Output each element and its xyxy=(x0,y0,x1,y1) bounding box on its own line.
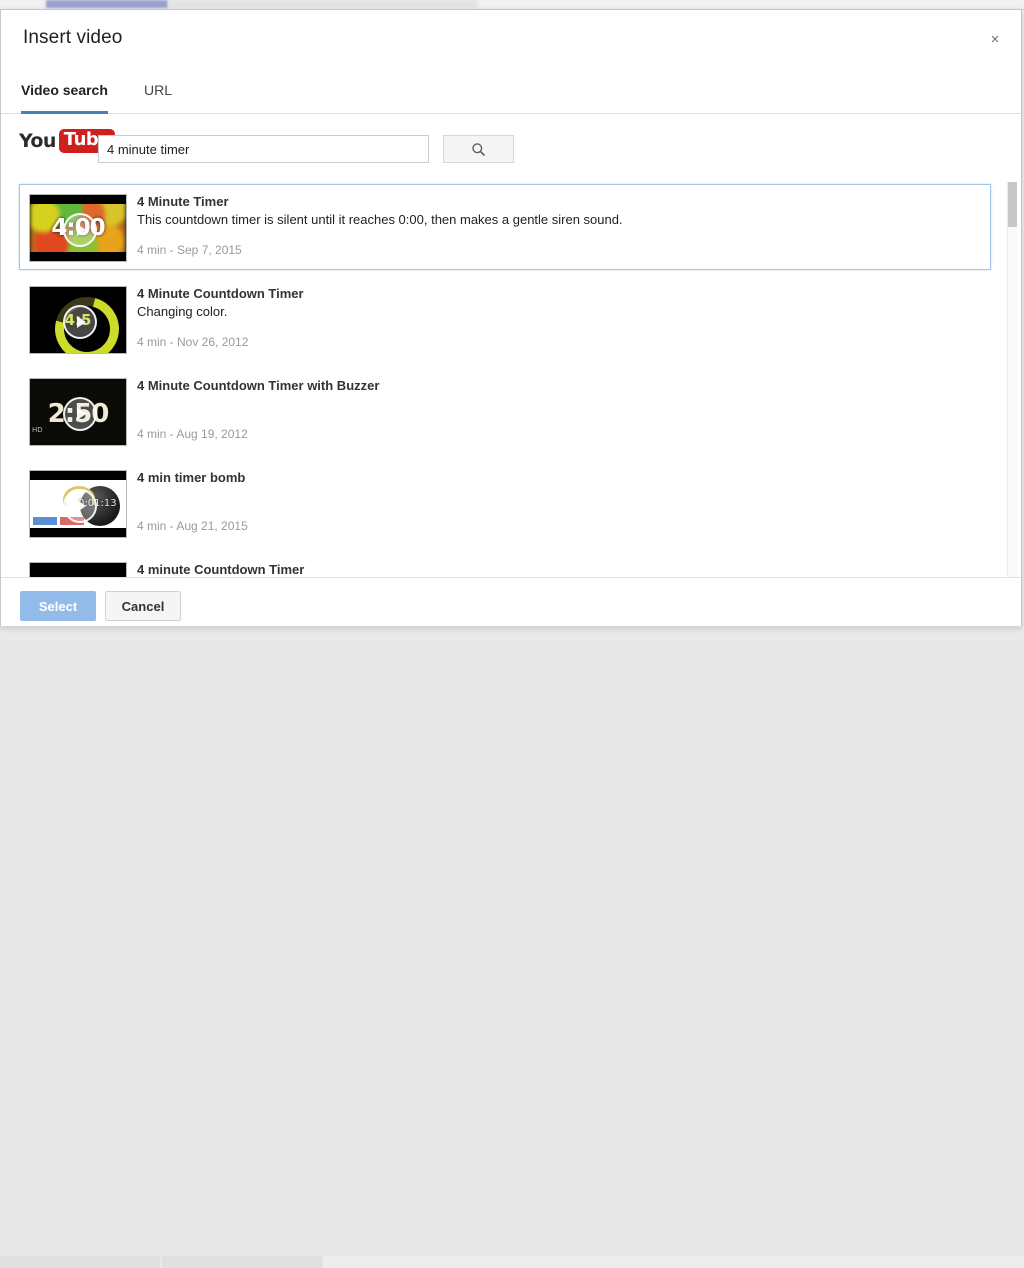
video-results-list: 4:00 4 Minute Timer This countdown timer… xyxy=(1,182,1021,577)
play-icon xyxy=(63,305,97,339)
video-description: This countdown timer is silent until it … xyxy=(137,212,623,227)
background-column-1 xyxy=(0,1256,160,1268)
background-column-3 xyxy=(324,1256,1024,1268)
results-scrollbar-thumb[interactable] xyxy=(1008,182,1017,227)
thumbnail-letterbox-top xyxy=(30,471,126,480)
youtube-logo-you: You xyxy=(19,130,56,152)
video-meta: 4 min - Aug 19, 2012 xyxy=(137,427,248,441)
play-icon xyxy=(63,213,97,247)
tab-url[interactable]: URL xyxy=(144,68,172,114)
search-input[interactable] xyxy=(98,135,429,163)
video-title: 4 Minute Timer xyxy=(137,194,229,209)
dialog-tabbar: Video search URL xyxy=(1,68,1021,114)
list-item[interactable]: 0:01:13 4 min timer bomb 4 min - Aug 21,… xyxy=(19,460,991,546)
video-thumbnail: 4:00 xyxy=(29,194,127,262)
thumbnail-art xyxy=(30,563,126,577)
thumbnail-hd-badge: HD xyxy=(32,426,43,434)
results-scrollbar[interactable] xyxy=(1007,182,1017,577)
thumbnail-chip-blue xyxy=(33,517,57,525)
video-title: 4 Minute Countdown Timer xyxy=(137,286,304,301)
thumbnail-letterbox-bottom xyxy=(30,252,126,261)
list-item[interactable]: 4:5 4 Minute Countdown Timer Changing co… xyxy=(19,276,991,362)
background-tab-row xyxy=(168,0,478,8)
list-item[interactable]: 4 minute Countdown Timer xyxy=(19,552,991,577)
video-title: 4 Minute Countdown Timer with Buzzer xyxy=(137,378,379,393)
video-thumbnail: 4:5 xyxy=(29,286,127,354)
list-item[interactable]: 2:50 HD 4 Minute Countdown Timer with Bu… xyxy=(19,368,991,454)
video-thumbnail xyxy=(29,562,127,577)
background-bottom-strip xyxy=(0,628,1024,640)
list-item[interactable]: 4:00 4 Minute Timer This countdown timer… xyxy=(19,184,991,270)
tab-video-search[interactable]: Video search xyxy=(21,68,108,114)
video-thumbnail: 0:01:13 xyxy=(29,470,127,538)
background-column-2 xyxy=(162,1256,322,1268)
dialog-header: Insert video × xyxy=(1,10,1021,68)
close-icon[interactable]: × xyxy=(983,28,1007,52)
dialog-footer: Select Cancel xyxy=(1,577,1021,626)
video-meta: 4 min - Sep 7, 2015 xyxy=(137,243,242,257)
video-meta: 4 min - Aug 21, 2015 xyxy=(137,519,248,533)
play-icon xyxy=(63,489,97,523)
thumbnail-letterbox-top xyxy=(30,195,126,204)
cancel-button[interactable]: Cancel xyxy=(105,591,181,621)
page-title: Insert video xyxy=(23,27,122,49)
select-button[interactable]: Select xyxy=(20,591,96,621)
thumbnail-letterbox-bottom xyxy=(30,528,126,537)
play-icon xyxy=(63,397,97,431)
search-icon xyxy=(471,142,486,157)
search-button[interactable] xyxy=(443,135,514,163)
video-title: 4 min timer bomb xyxy=(137,470,245,485)
insert-video-dialog: Insert video × Video search URL You Tube… xyxy=(0,9,1022,626)
video-meta: 4 min - Nov 26, 2012 xyxy=(137,335,248,349)
video-thumbnail: 2:50 HD xyxy=(29,378,127,446)
video-title: 4 minute Countdown Timer xyxy=(137,562,304,577)
video-description: Changing color. xyxy=(137,304,227,319)
background-active-tab xyxy=(46,0,168,8)
